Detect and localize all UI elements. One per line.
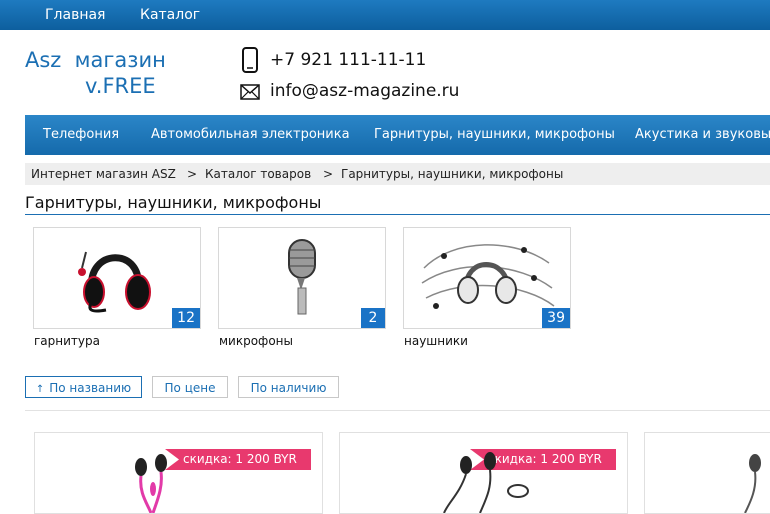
category-card-headphones[interactable]: 39 bbox=[403, 227, 571, 329]
email-contact: info@asz-magazine.ru bbox=[240, 80, 480, 104]
breadcrumb-separator: > bbox=[323, 167, 334, 181]
sort-by-stock-button[interactable]: По наличию bbox=[238, 376, 339, 398]
product-card[interactable]: скидка: 1 200 BYR bbox=[34, 432, 323, 514]
phone-icon bbox=[242, 47, 258, 73]
category-label-headphones[interactable]: наушники bbox=[404, 334, 468, 348]
phone-number[interactable]: +7 921 111-11-11 bbox=[270, 50, 426, 70]
category-count-badge: 39 bbox=[542, 308, 570, 328]
mail-icon bbox=[240, 84, 260, 100]
category-count-badge: 2 bbox=[361, 308, 385, 328]
earphones-icon bbox=[443, 452, 529, 513]
page-title: Гарнитуры, наушники, микрофоны bbox=[25, 193, 322, 212]
mainnav-item-acoustics[interactable]: Акустика и звуковые bbox=[635, 127, 770, 142]
sort-divider bbox=[25, 410, 770, 411]
site-logo[interactable]: Asz магазин v.FREE bbox=[25, 47, 166, 99]
category-label-microphones[interactable]: микрофоны bbox=[219, 334, 293, 348]
breadcrumb: Интернет магазин ASZ > Каталог товаров >… bbox=[25, 163, 770, 185]
category-card-headset[interactable]: 12 bbox=[33, 227, 201, 329]
logo-line2: v.FREE bbox=[85, 74, 156, 98]
category-card-microphones[interactable]: 2 bbox=[218, 227, 386, 329]
sort-arrow-up-icon: ↑ bbox=[35, 384, 45, 395]
earphones-icon bbox=[744, 454, 761, 513]
main-category-nav: Телефония Автомобильная электроника Гарн… bbox=[25, 115, 770, 155]
category-count-badge: 12 bbox=[172, 308, 200, 328]
breadcrumb-home[interactable]: Интернет магазин ASZ bbox=[31, 167, 176, 181]
top-navigation: Главная Каталог bbox=[0, 0, 770, 30]
phone-contact: +7 921 111-11-11 bbox=[240, 47, 470, 75]
breadcrumb-separator: > bbox=[187, 167, 198, 181]
sort-by-price-button[interactable]: По цене bbox=[152, 376, 228, 398]
category-label-headset[interactable]: гарнитура bbox=[34, 334, 100, 348]
sort-label: По названию bbox=[49, 381, 132, 395]
mainnav-item-auto-electronics[interactable]: Автомобильная электроника bbox=[151, 127, 350, 142]
earphones-icon bbox=[135, 454, 167, 513]
email-address[interactable]: info@asz-magazine.ru bbox=[270, 81, 459, 101]
logo-line1: Asz магазин bbox=[25, 48, 166, 72]
sort-by-name-button[interactable]: ↑ По названию bbox=[25, 376, 142, 398]
mainnav-item-telephony[interactable]: Телефония bbox=[43, 127, 119, 142]
mainnav-item-headsets[interactable]: Гарнитуры, наушники, микрофоны bbox=[374, 127, 615, 142]
breadcrumb-catalog[interactable]: Каталог товаров bbox=[205, 167, 311, 181]
title-divider bbox=[25, 214, 770, 215]
topnav-catalog-link[interactable]: Каталог bbox=[140, 7, 200, 23]
product-card[interactable]: скидка: 1 200 BYR bbox=[339, 432, 628, 514]
breadcrumb-current: Гарнитуры, наушники, микрофоны bbox=[341, 167, 564, 181]
product-card[interactable] bbox=[644, 432, 770, 514]
topnav-home-link[interactable]: Главная bbox=[45, 7, 105, 23]
